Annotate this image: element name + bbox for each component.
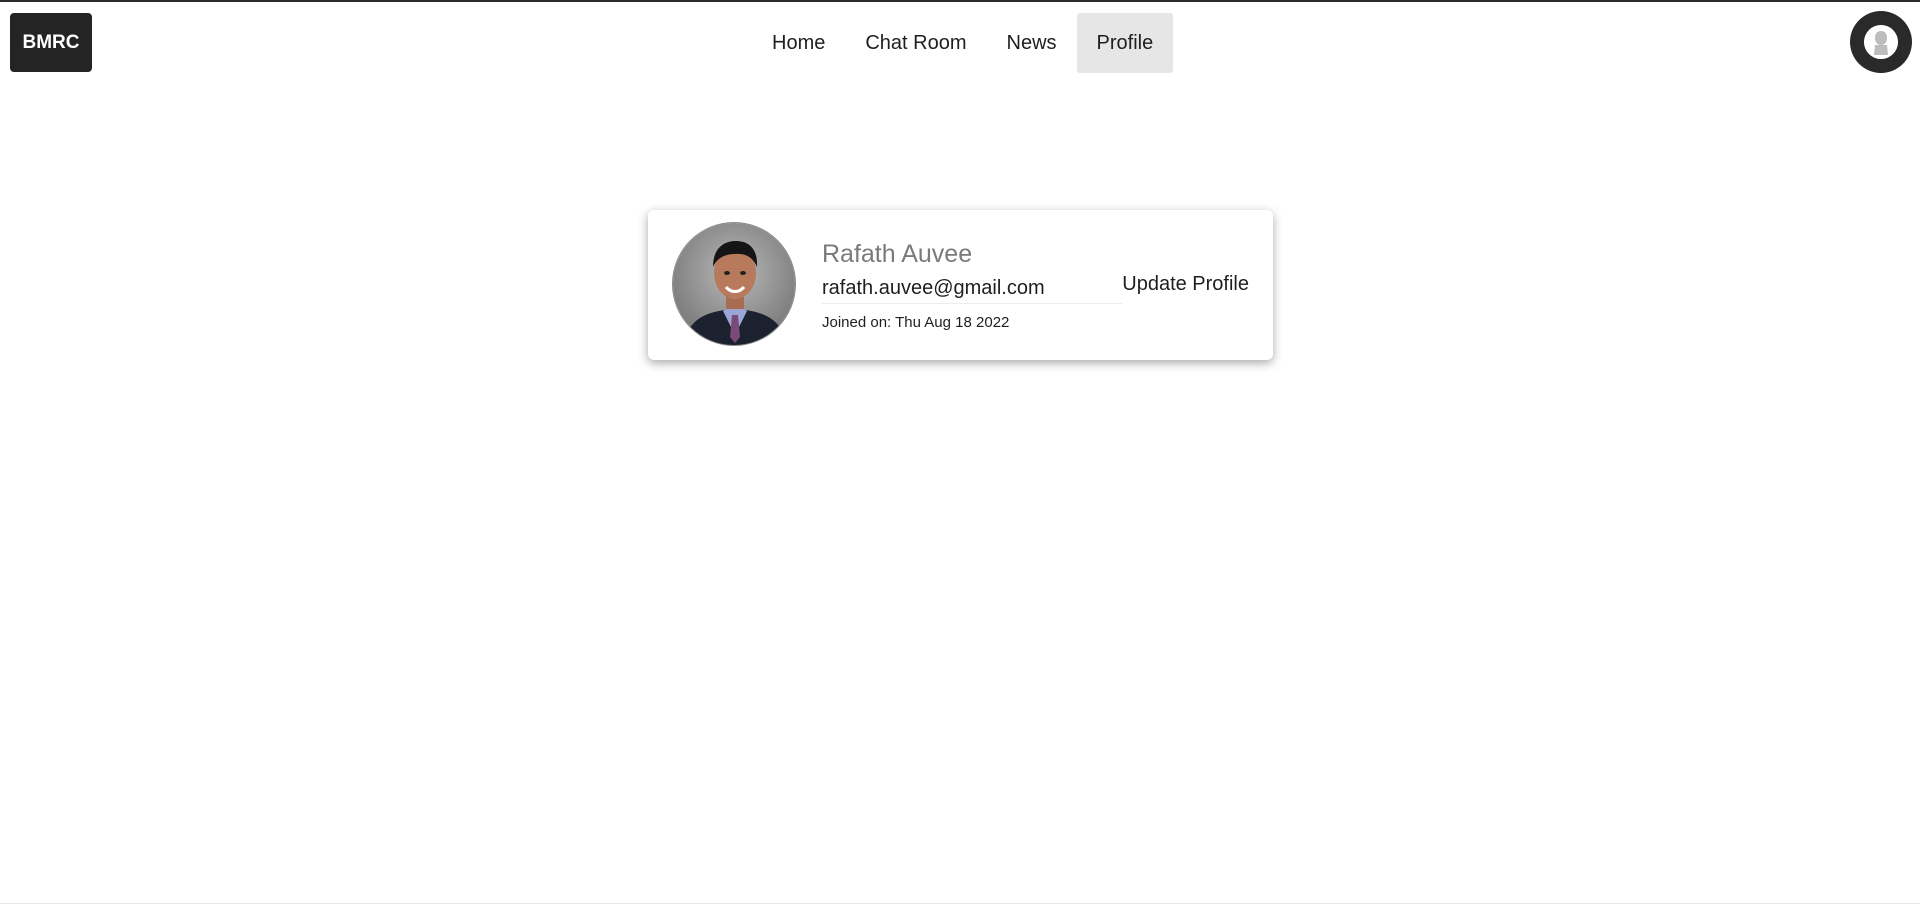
profile-name: Rafath Auvee — [822, 240, 973, 268]
nav-item-label: News — [1006, 31, 1057, 54]
nav-item-profile[interactable]: Profile — [1076, 13, 1174, 73]
profile-photo — [672, 222, 796, 346]
nav-item-label: Profile — [1096, 31, 1154, 54]
user-avatar-icon — [1864, 25, 1898, 59]
brand-label: BMRC — [22, 31, 80, 53]
profile-email: rafath.auvee@gmail.com — [822, 277, 1122, 304]
brand-logo-button[interactable]: BMRC — [10, 13, 92, 72]
nav-item-news[interactable]: News — [987, 13, 1077, 73]
profile-card: Rafath Auvee rafath.auvee@gmail.com Join… — [648, 210, 1273, 360]
nav-item-home[interactable]: Home — [752, 13, 845, 73]
profile-joined-date: Joined on: Thu Aug 18 2022 — [822, 314, 1010, 331]
nav-item-label: Chat Room — [865, 31, 967, 54]
nav-item-label: Home — [772, 31, 826, 54]
update-profile-button[interactable]: Update Profile — [1122, 273, 1249, 296]
nav-item-chat-room[interactable]: Chat Room — [845, 13, 986, 73]
main-nav: Home Chat Room News Profile — [752, 13, 1174, 73]
top-border — [0, 0, 1920, 2]
user-menu-button[interactable] — [1850, 11, 1912, 73]
